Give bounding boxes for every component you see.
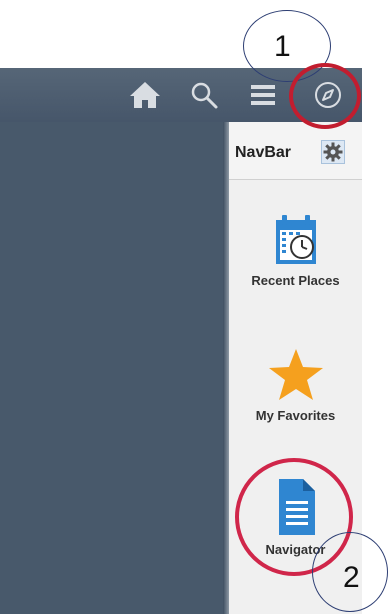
tile-navigator[interactable]: Navigator [229, 477, 362, 557]
gear-icon [323, 142, 343, 162]
navbar-settings-button[interactable] [321, 140, 345, 164]
tile-label: My Favorites [255, 408, 336, 423]
hamburger-menu-icon[interactable] [248, 68, 278, 122]
callout-number-1: 1 [274, 30, 291, 63]
navbar-compass-icon[interactable] [306, 68, 350, 122]
top-navigation-bar [0, 68, 362, 122]
calendar-clock-icon [275, 215, 316, 264]
home-icon[interactable] [124, 68, 166, 122]
tile-label: Recent Places [251, 273, 340, 288]
callout-number-2: 2 [343, 561, 360, 594]
tile-label: Navigator [265, 542, 326, 557]
star-icon [268, 349, 323, 400]
navbar-title: NavBar [235, 144, 292, 161]
document-icon [278, 479, 315, 535]
page-content-background [0, 122, 223, 614]
tile-my-favorites[interactable]: My Favorites [229, 347, 362, 423]
navbar-panel: NavBar Recent Places My Favorites Naviga… [229, 122, 362, 614]
search-icon[interactable] [184, 68, 224, 122]
navbar-header: NavBar [229, 122, 362, 180]
tile-recent-places[interactable]: Recent Places [229, 212, 362, 288]
